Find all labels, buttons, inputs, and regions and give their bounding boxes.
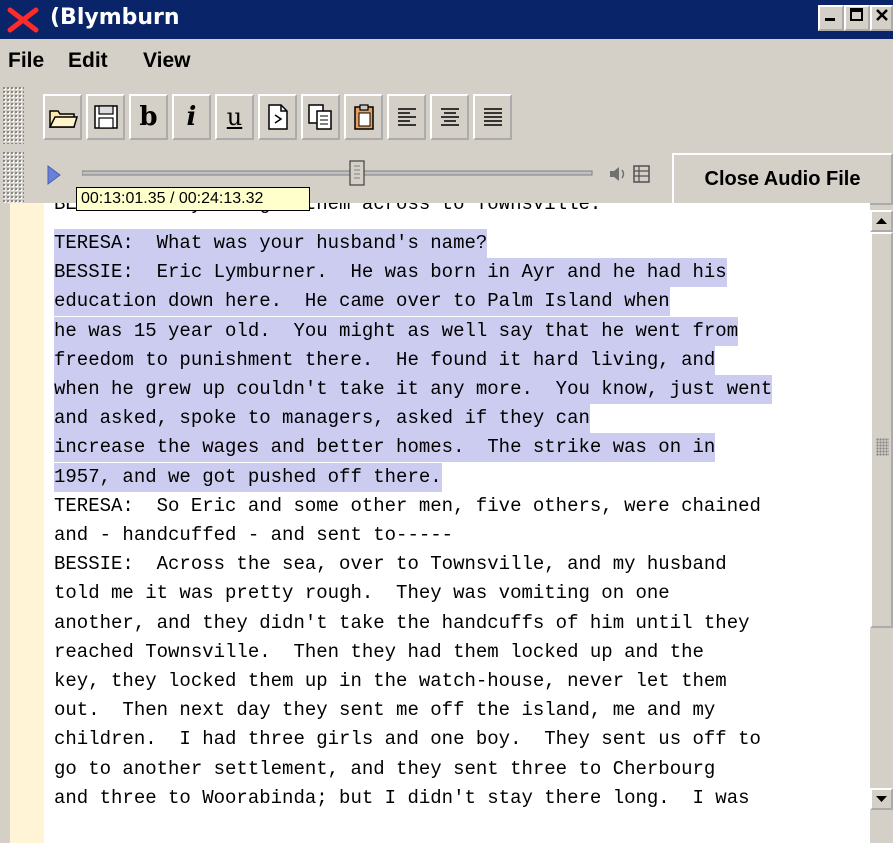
scroll-down-button[interactable] bbox=[870, 788, 893, 810]
menu-bar: File Edit View bbox=[0, 39, 893, 82]
line-gutter bbox=[10, 203, 45, 843]
transcript-line: told me it was pretty rough. They was vo… bbox=[54, 582, 670, 605]
filmstrip-icon[interactable] bbox=[632, 164, 652, 184]
maximize-icon bbox=[850, 8, 863, 21]
transcript-line: freedom to punishment there. He found it… bbox=[54, 345, 716, 375]
slider-thumb[interactable] bbox=[349, 160, 365, 186]
close-icon bbox=[875, 9, 888, 21]
open-button[interactable] bbox=[43, 94, 82, 140]
transcript-line: BESSIE: Eric Lymburner. He was born in A… bbox=[54, 258, 727, 288]
transcript-line: children. I had three girls and one boy.… bbox=[54, 728, 761, 751]
transcript-line: and asked, spoke to managers, asked if t… bbox=[54, 404, 590, 434]
close-window-button[interactable] bbox=[870, 5, 893, 31]
save-button[interactable] bbox=[86, 94, 125, 140]
minimize-button[interactable] bbox=[818, 5, 844, 31]
audio-grip[interactable] bbox=[2, 151, 24, 203]
transcript-line: and three to Woorabinda; but I didn't st… bbox=[54, 786, 750, 809]
new-page-button[interactable] bbox=[258, 94, 297, 140]
arrow-down-icon bbox=[876, 796, 887, 802]
app-x-icon bbox=[7, 7, 39, 33]
save-disk-icon bbox=[93, 105, 118, 129]
minimize-icon bbox=[825, 18, 835, 21]
transcript-line: and - handcuffed - and sent to----- bbox=[54, 524, 454, 546]
transcript-line: go to another settlement, and they sent … bbox=[54, 757, 716, 780]
menu-file[interactable]: File bbox=[8, 49, 44, 73]
speaker-icon[interactable] bbox=[608, 165, 628, 183]
transcript-editor[interactable]: BESSIE: They brought them across to Town… bbox=[44, 203, 870, 843]
transcript-line: when he grew up couldn't take it any mor… bbox=[54, 375, 773, 404]
close-audio-file-button[interactable]: Close Audio File bbox=[672, 153, 893, 205]
scroll-up-button[interactable] bbox=[870, 210, 893, 232]
page-icon bbox=[267, 104, 288, 130]
copy-pages-icon bbox=[307, 104, 332, 130]
transcript-line: TERESA: What was your husband's name? bbox=[54, 229, 488, 258]
menu-view[interactable]: View bbox=[143, 49, 190, 73]
transcript-line: TERESA: So Eric and some other men, five… bbox=[54, 494, 761, 517]
play-icon[interactable] bbox=[44, 163, 64, 187]
align-justify-icon bbox=[483, 108, 502, 126]
underline-button[interactable]: u bbox=[215, 94, 254, 140]
slider-track bbox=[82, 170, 593, 176]
transcript-line: BESSIE: Across the sea, over to Townsvil… bbox=[54, 553, 727, 576]
bold-button[interactable]: b bbox=[129, 94, 168, 140]
transcript-line: another, and they didn't take the handcu… bbox=[54, 611, 750, 634]
transcript-line: increase the wages and better homes. The… bbox=[54, 433, 716, 463]
transcript-line: reached Townsville. Then they had them l… bbox=[54, 640, 704, 663]
maximize-button[interactable] bbox=[844, 5, 870, 31]
time-tooltip: 00:13:01.35 / 00:24:13.32 bbox=[76, 187, 310, 211]
open-folder-icon bbox=[48, 110, 78, 128]
arrow-up-icon bbox=[876, 218, 887, 224]
title-bar: (Blymburn bbox=[0, 0, 893, 39]
menu-edit[interactable]: Edit bbox=[68, 49, 108, 73]
transcript-line: he was 15 year old. You might as well sa… bbox=[54, 316, 739, 346]
paste-button[interactable] bbox=[344, 94, 383, 140]
align-left-button[interactable] bbox=[387, 94, 426, 140]
toolbar-grip[interactable] bbox=[2, 86, 24, 144]
align-center-icon bbox=[440, 108, 459, 126]
transcript-line: key, they locked them up in the watch-ho… bbox=[54, 670, 727, 692]
align-justify-button[interactable] bbox=[473, 94, 512, 140]
clipboard-icon bbox=[353, 104, 374, 130]
scrollbar-thumb[interactable] bbox=[870, 232, 893, 628]
align-left-icon bbox=[397, 108, 416, 126]
align-center-button[interactable] bbox=[430, 94, 469, 140]
window-title: (Blymburn bbox=[50, 5, 180, 30]
transcript-line: 1957, and we got pushed off there. bbox=[54, 462, 442, 492]
transcript-line: education down here. He came over to Pal… bbox=[54, 287, 670, 317]
transcript-line: out. Then next day they sent me off the … bbox=[54, 699, 716, 722]
thumb-grip bbox=[876, 438, 889, 456]
italic-button[interactable]: i bbox=[172, 94, 211, 140]
toolbar: b i u bbox=[0, 82, 893, 149]
audio-slider[interactable] bbox=[82, 157, 602, 189]
copy-page-button[interactable] bbox=[301, 94, 340, 140]
vertical-scrollbar[interactable] bbox=[870, 210, 893, 843]
